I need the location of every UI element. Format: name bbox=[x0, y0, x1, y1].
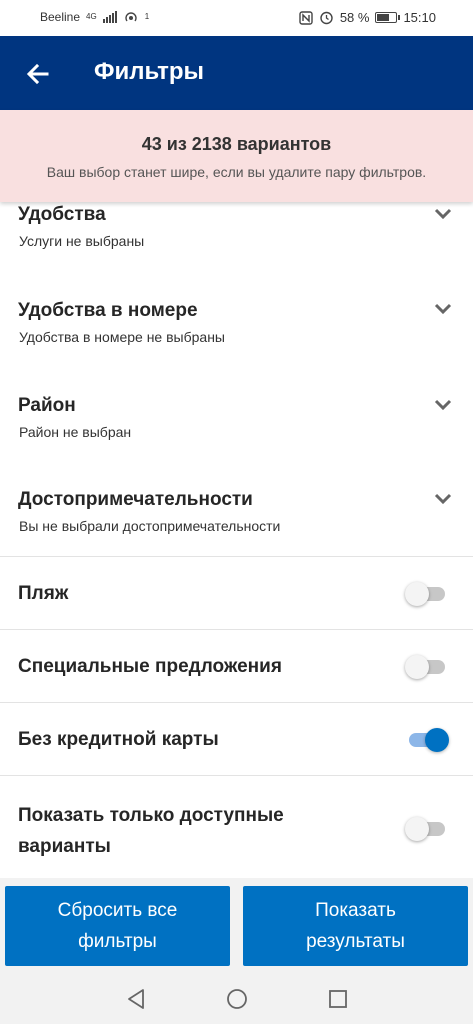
filter-title: Удобства bbox=[18, 204, 106, 225]
filter-row-landmarks[interactable]: Достопримечательности Вы не выбрали дост… bbox=[0, 462, 473, 557]
show-results-label: Показать результаты bbox=[306, 900, 405, 952]
battery-icon bbox=[375, 12, 401, 23]
results-count: 43 из 2138 вариантов bbox=[141, 134, 332, 154]
filter-row-district[interactable]: Район Район не выбран bbox=[0, 368, 473, 463]
status-left: Beeline 4G 1 bbox=[40, 10, 149, 24]
filter-title: Район bbox=[18, 395, 76, 416]
nav-back-icon[interactable] bbox=[124, 987, 148, 1011]
nav-recents-icon[interactable] bbox=[326, 987, 350, 1011]
toggle-row-beach[interactable]: Пляж bbox=[0, 557, 473, 630]
toggle-row-available-only[interactable]: Показать только доступные варианты bbox=[0, 776, 473, 878]
filter-list[interactable]: Удобства Услуги не выбраны Удобства в но… bbox=[0, 202, 473, 878]
reset-filters-label: Сбросить все фильтры bbox=[57, 900, 178, 952]
available-only-toggle[interactable] bbox=[405, 816, 449, 841]
toggle-label: Без кредитной карты bbox=[18, 729, 219, 750]
hotspot-icon bbox=[125, 12, 137, 22]
carrier-name: Beeline bbox=[40, 10, 81, 24]
chevron-down-icon[interactable] bbox=[431, 297, 455, 321]
chevron-down-icon[interactable] bbox=[431, 487, 455, 511]
filter-subtitle: Вы не выбрали достопримечательности bbox=[19, 518, 281, 534]
clock: 15:10 bbox=[403, 10, 436, 25]
filter-row-amenities[interactable]: Удобства Услуги не выбраны bbox=[0, 202, 473, 275]
nfc-icon bbox=[299, 10, 313, 25]
toggle-label: Пляж bbox=[18, 583, 69, 604]
filter-subtitle: Район не выбран bbox=[19, 424, 132, 440]
results-hint: Ваш выбор станет шире, если вы удалите п… bbox=[46, 164, 427, 180]
beach-toggle[interactable] bbox=[405, 581, 449, 606]
status-right: 58 % 15:10 bbox=[299, 10, 436, 25]
special-offers-toggle[interactable] bbox=[405, 654, 449, 679]
reset-filters-button[interactable]: Сбросить все фильтры bbox=[5, 886, 230, 966]
results-banner: 43 из 2138 вариантов Ваш выбор станет ши… bbox=[0, 110, 473, 202]
show-results-button[interactable]: Показать результаты bbox=[243, 886, 468, 966]
footer-actions: Сбросить все фильтры Показать результаты bbox=[0, 878, 473, 974]
toggle-row-special-offers[interactable]: Специальные предложения bbox=[0, 630, 473, 703]
nav-home-icon[interactable] bbox=[225, 987, 249, 1011]
arrow-left-icon[interactable] bbox=[20, 56, 56, 92]
filter-title: Удобства в номере bbox=[18, 300, 198, 321]
app-bar: Фильтры bbox=[0, 36, 473, 110]
network-type: 4G bbox=[86, 12, 97, 21]
page-title: Фильтры bbox=[94, 58, 205, 85]
signal-icon bbox=[102, 11, 117, 23]
toggle-row-no-credit-card[interactable]: Без кредитной карты bbox=[0, 703, 473, 776]
chevron-down-icon[interactable] bbox=[431, 393, 455, 417]
system-nav-bar bbox=[0, 974, 473, 1024]
battery-percent: 58 % bbox=[339, 10, 370, 25]
no-credit-card-toggle[interactable] bbox=[405, 727, 449, 752]
status-bar: Beeline 4G 1 58 % 15:10 bbox=[0, 0, 473, 36]
filter-title: Достопримечательности bbox=[18, 489, 253, 510]
alarm-icon bbox=[320, 11, 333, 25]
sim-index: 1 bbox=[144, 12, 150, 21]
chevron-down-icon[interactable] bbox=[431, 202, 455, 226]
toggle-label: Специальные предложения bbox=[18, 656, 282, 677]
filter-subtitle: Услуги не выбраны bbox=[19, 233, 145, 249]
toggle-label: Показать только доступные варианты bbox=[18, 805, 284, 857]
filter-row-room-amenities[interactable]: Удобства в номере Удобства в номере не в… bbox=[0, 274, 473, 369]
filter-subtitle: Удобства в номере не выбраны bbox=[19, 329, 225, 345]
